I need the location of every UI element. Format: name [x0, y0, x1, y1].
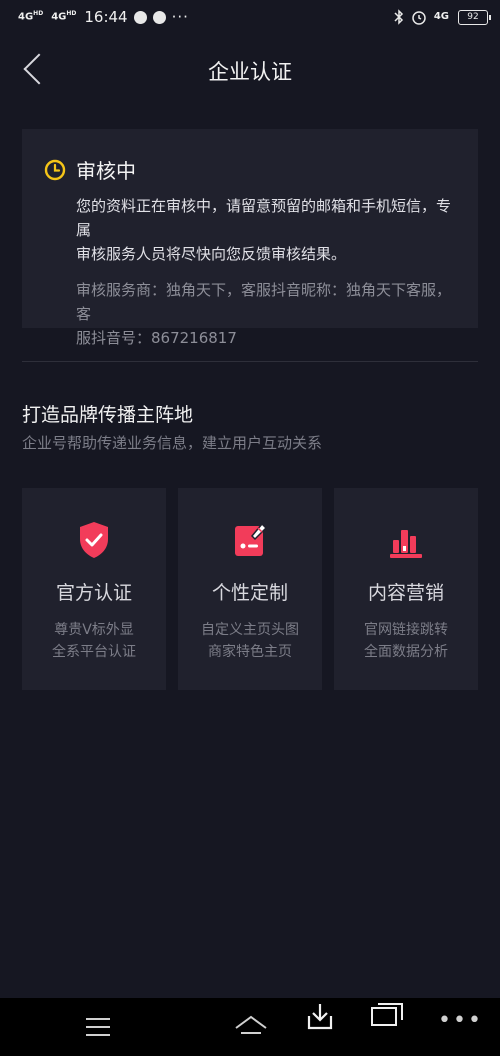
brand-section-title: 打造品牌传播主阵地: [22, 404, 194, 426]
shield-check-icon: [80, 522, 108, 558]
more-options-button[interactable]: •••: [438, 1010, 483, 1032]
app-notification-icon: [133, 10, 147, 24]
menu-button[interactable]: [86, 1018, 110, 1036]
clock-time: 16:44: [84, 8, 128, 26]
feature-description: 官网链接跳转 全面数据分析: [364, 622, 448, 660]
signal-indicator-2: 4GHD: [51, 10, 77, 23]
home-button[interactable]: [234, 1012, 268, 1040]
recent-apps-button[interactable]: [370, 1002, 404, 1028]
feature-card-marketing[interactable]: 内容营销 官网链接跳转 全面数据分析: [334, 488, 478, 690]
bluetooth-icon: [394, 9, 403, 25]
feature-card-custom[interactable]: 个性定制 自定义主页头图 商家特色主页: [178, 488, 322, 690]
review-status-card: 审核中 您的资料正在审核中，请留意预留的邮箱和手机短信，专属 审核服务人员将尽快…: [22, 129, 478, 347]
status-bar: 4GHD 4GHD 16:44 ··· 4G 92: [0, 0, 500, 34]
feature-title: 官方认证: [55, 582, 132, 604]
signal-indicator-1: 4GHD: [18, 10, 44, 23]
signal-indicator-right: 4G: [433, 11, 449, 22]
review-service-info: 审核服务商：独角天下，客服抖音昵称：独角天下客服，客 服抖音号：86721681…: [76, 281, 452, 347]
page-title: 企业认证: [208, 60, 292, 84]
feature-description: 自定义主页头图 商家特色主页: [201, 622, 299, 660]
battery-icon: 92: [458, 9, 491, 25]
system-nav-bar: •••: [0, 998, 500, 1056]
review-status-title: 审核中: [76, 159, 136, 183]
bar-chart-icon: [390, 530, 422, 558]
feature-title: 个性定制: [211, 582, 288, 604]
edit-card-icon: [235, 522, 267, 556]
feature-title: 内容营销: [367, 582, 444, 604]
clock-icon: [44, 159, 66, 180]
download-icon[interactable]: [307, 1002, 333, 1030]
section-divider: [22, 361, 478, 362]
feature-description: 尊贵V标外显 全系平台认证: [52, 622, 136, 660]
wechat-notification-icon: [152, 10, 166, 24]
brand-section-subtitle: 企业号帮助传递业务信息，建立用户互动关系: [22, 434, 323, 452]
feature-list: 官方认证 尊贵V标外显 全系平台认证 个性定制 自定义主页头图 商家特色主页 内…: [22, 488, 478, 690]
review-description: 您的资料正在审核中，请留意预留的邮箱和手机短信，专属 审核服务人员将尽快向您反馈…: [76, 197, 452, 263]
feature-card-official[interactable]: 官方认证 尊贵V标外显 全系平台认证: [22, 488, 166, 690]
alarm-icon: [412, 11, 426, 25]
more-notifications-icon: ···: [171, 8, 189, 26]
nav-header: 企业认证: [0, 44, 500, 96]
